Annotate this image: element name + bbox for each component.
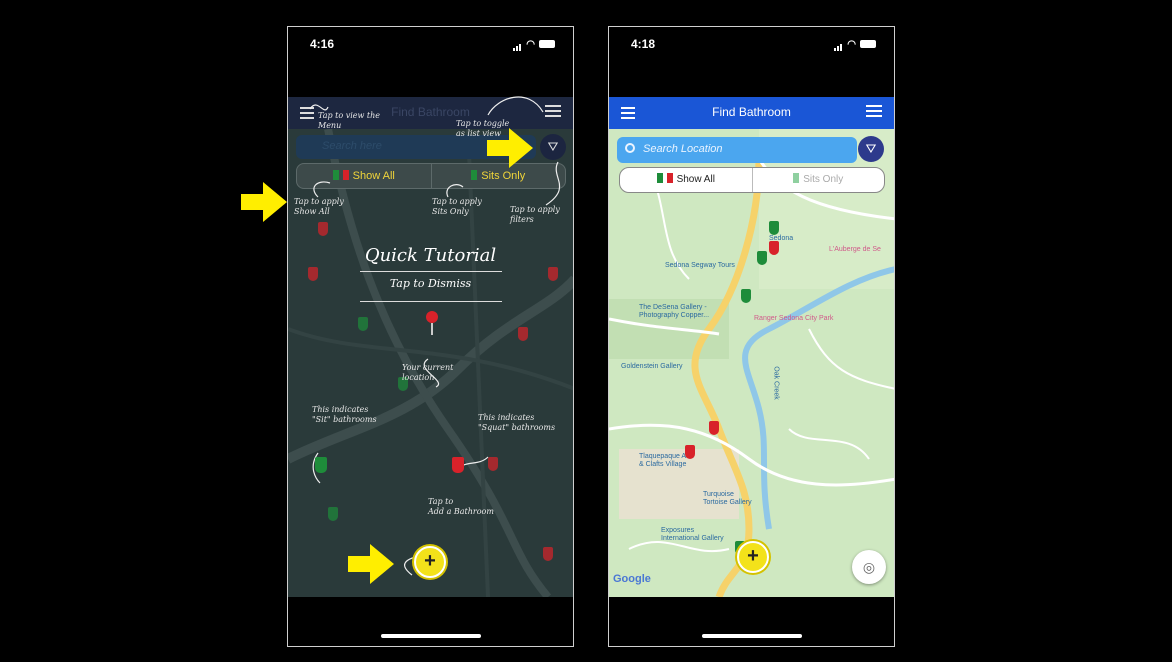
- nav-title: Find Bathroom: [712, 105, 791, 119]
- map-label-turquoise: Turquoise Tortoise Gallery: [703, 491, 752, 506]
- signal-icon: [513, 37, 522, 51]
- google-logo: Google: [613, 573, 651, 585]
- stage: 4:16 ◠ Find Bathroom Search here ⛛ Show …: [0, 0, 1172, 662]
- green-pin-icon: [656, 173, 663, 183]
- map-pin[interactable]: [769, 221, 779, 235]
- map-pin[interactable]: [769, 241, 779, 255]
- arrow-icon: [241, 182, 287, 222]
- wifi-icon: ◠: [847, 38, 856, 50]
- current-location-pin-stem: [431, 323, 433, 335]
- current-location-pin-icon: [426, 311, 438, 323]
- my-location-button[interactable]: ◎: [852, 550, 886, 584]
- map-pin[interactable]: [757, 251, 767, 265]
- arrow-icon: [348, 544, 394, 584]
- map-label-segway: Sedona Segway Tours: [665, 262, 735, 269]
- list-view-icon[interactable]: [866, 105, 882, 121]
- plus-icon: +: [424, 550, 436, 572]
- wifi-icon: ◠: [526, 38, 535, 50]
- sits-only-label: Sits Only: [803, 174, 844, 185]
- map-label-creek: Oak Creek: [772, 366, 780, 400]
- nav-bar: Find Bathroom: [609, 97, 894, 129]
- sit-pin-example-icon: [315, 457, 327, 473]
- map-pin[interactable]: [709, 421, 719, 435]
- map-label-goldenstein: Goldenstein Gallery: [621, 363, 683, 370]
- map-label-desena: The DeSena Gallery - Photography Copper.…: [639, 304, 710, 319]
- home-indicator: [380, 634, 481, 638]
- arrow-icon: [487, 128, 533, 168]
- bathroom-type-toggle: Show All Sits Only: [619, 167, 885, 193]
- add-bathroom-button[interactable]: +: [414, 546, 446, 578]
- status-bar: 4:18 ◠: [609, 27, 894, 57]
- status-bar: 4:16 ◠: [288, 27, 573, 57]
- filter-button[interactable]: ⛛: [858, 136, 884, 162]
- search-icon: [625, 143, 635, 153]
- map-label-lauberge: L'Auberge de Se: [829, 246, 881, 253]
- plus-icon: +: [747, 545, 759, 567]
- map-view[interactable]: Sedona Sedona Segway Tours L'Auberge de …: [609, 129, 894, 597]
- show-all-toggle[interactable]: Show All: [620, 168, 752, 192]
- search-input[interactable]: Search Location: [617, 137, 857, 163]
- green-pin-icon: [793, 173, 800, 183]
- signal-icon: [834, 37, 843, 51]
- status-time: 4:16: [310, 37, 335, 51]
- map-label-park: Ranger Sedona City Park: [754, 315, 834, 322]
- map-label-exposures: Exposures International Gallery: [661, 527, 724, 542]
- show-all-label: Show All: [676, 174, 715, 185]
- phone-map-screen: 4:18 ◠ Find Bathroom Sedona Sedona Segwa…: [608, 26, 895, 647]
- battery-icon: [860, 40, 876, 48]
- search-placeholder: Search Location: [643, 143, 723, 155]
- filter-icon: ⛛: [865, 141, 877, 156]
- phone-tutorial-screen: 4:16 ◠ Find Bathroom Search here ⛛ Show …: [287, 26, 574, 647]
- map-pin[interactable]: [685, 445, 695, 459]
- status-icons: ◠: [834, 37, 876, 51]
- squat-pin-example-icon: [452, 457, 464, 473]
- red-pin-icon: [666, 173, 673, 183]
- sits-only-toggle[interactable]: Sits Only: [751, 168, 885, 192]
- status-icons: ◠: [513, 37, 555, 51]
- status-time: 4:18: [631, 37, 656, 51]
- crosshair-icon: ◎: [862, 559, 876, 575]
- add-bathroom-button[interactable]: +: [737, 541, 769, 573]
- map-pin[interactable]: [741, 289, 751, 303]
- battery-icon: [539, 40, 555, 48]
- home-indicator: [701, 634, 802, 638]
